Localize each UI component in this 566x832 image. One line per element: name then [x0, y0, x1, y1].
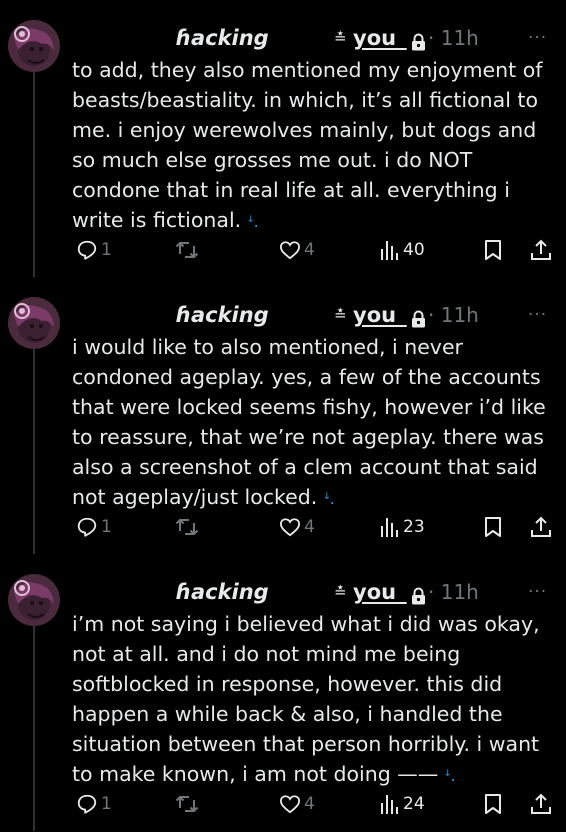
tweet-text: i’m not saying i believed what i did was… — [72, 609, 552, 791]
share-button[interactable] — [530, 236, 552, 264]
like-button[interactable]: 4 — [279, 513, 315, 541]
tweet-body: i’m not saying i believed what i did was… — [72, 612, 540, 786]
like-count: 4 — [304, 794, 315, 814]
more-options-icon[interactable]: ··· — [528, 300, 547, 330]
tweet-text: to add, they also mentioned my enjoyment… — [72, 55, 552, 237]
timestamp[interactable]: · 11h — [428, 577, 479, 607]
thread-continuation-mark: ꜜ. — [323, 489, 335, 508]
user-handle[interactable]: you_ — [353, 577, 407, 607]
views-icon — [381, 518, 398, 537]
reply-count: 1 — [101, 517, 112, 537]
thread-continuation-mark: ꜜ. — [444, 766, 456, 785]
tweet-body: i would like to also mentioned, i never … — [72, 335, 546, 509]
tweet-text: i would like to also mentioned, i never … — [72, 332, 552, 514]
reply-count: 1 — [101, 794, 112, 814]
timestamp[interactable]: · 11h — [428, 23, 479, 53]
retweet-button[interactable] — [175, 513, 199, 541]
reply-icon — [77, 517, 97, 537]
like-button[interactable]: 4 — [279, 790, 315, 818]
bookmark-icon — [485, 240, 501, 260]
user-handle[interactable]: you_ — [353, 23, 407, 53]
tweet-header: ɦacking ≛ you_ · 11h ··· — [0, 300, 566, 330]
retweet-icon — [175, 241, 199, 259]
reply-button[interactable]: 1 — [76, 513, 112, 541]
bookmark-button[interactable] — [484, 790, 502, 818]
user-handle[interactable]: you_ — [353, 300, 407, 330]
retweet-icon — [175, 795, 199, 813]
views-icon — [381, 241, 398, 260]
handle-decoration-icon: ≛ — [334, 583, 347, 601]
share-button[interactable] — [530, 790, 552, 818]
thread-continuation-mark: ꜜ. — [247, 212, 259, 231]
display-name[interactable]: ɦacking — [176, 300, 269, 330]
like-button[interactable]: 4 — [279, 236, 315, 264]
tweet[interactable]: ɦacking ≛ you_ · 11h ··· to add, they al… — [0, 0, 566, 277]
bookmark-icon — [485, 517, 501, 537]
share-icon — [531, 516, 551, 537]
tweet-header: ɦacking ≛ you_ · 11h ··· — [0, 23, 566, 53]
tweet-body: to add, they also mentioned my enjoyment… — [72, 58, 543, 232]
bookmark-button[interactable] — [484, 513, 502, 541]
more-options-icon[interactable]: ··· — [528, 23, 547, 53]
timestamp[interactable]: · 11h — [428, 300, 479, 330]
reply-button[interactable]: 1 — [76, 236, 112, 264]
reply-button[interactable]: 1 — [76, 790, 112, 818]
bookmark-icon — [485, 794, 501, 814]
reply-icon — [77, 794, 97, 814]
heart-icon — [279, 518, 301, 537]
views-button[interactable]: 40 — [380, 236, 425, 264]
more-options-icon[interactable]: ··· — [528, 577, 547, 607]
retweet-button[interactable] — [175, 790, 199, 818]
share-icon — [531, 793, 551, 814]
share-button[interactable] — [530, 513, 552, 541]
views-icon — [381, 795, 398, 814]
display-name[interactable]: ɦacking — [176, 23, 269, 53]
heart-icon — [279, 795, 301, 814]
view-count: 24 — [403, 794, 425, 814]
display-name[interactable]: ɦacking — [176, 577, 269, 607]
view-count: 40 — [403, 240, 425, 260]
like-count: 4 — [304, 517, 315, 537]
handle-decoration-icon: ≛ — [334, 29, 347, 47]
tweet-actions: 1 4 — [0, 790, 566, 818]
tweet-actions: 1 4 — [0, 236, 566, 264]
view-count: 23 — [403, 517, 425, 537]
reply-count: 1 — [101, 240, 112, 260]
views-button[interactable]: 23 — [380, 513, 425, 541]
reply-icon — [77, 240, 97, 260]
handle-decoration-icon: ≛ — [334, 306, 347, 324]
retweet-button[interactable] — [175, 236, 199, 264]
heart-icon — [279, 241, 301, 260]
tweet[interactable]: ɦacking ≛ you_ · 11h ··· i’m not saying … — [0, 554, 566, 831]
like-count: 4 — [304, 240, 315, 260]
tweet-actions: 1 4 — [0, 513, 566, 541]
tweet[interactable]: ɦacking ≛ you_ · 11h ··· i would like to… — [0, 277, 566, 554]
views-button[interactable]: 24 — [380, 790, 425, 818]
retweet-icon — [175, 518, 199, 536]
bookmark-button[interactable] — [484, 236, 502, 264]
share-icon — [531, 239, 551, 260]
tweet-header: ɦacking ≛ you_ · 11h ··· — [0, 577, 566, 607]
